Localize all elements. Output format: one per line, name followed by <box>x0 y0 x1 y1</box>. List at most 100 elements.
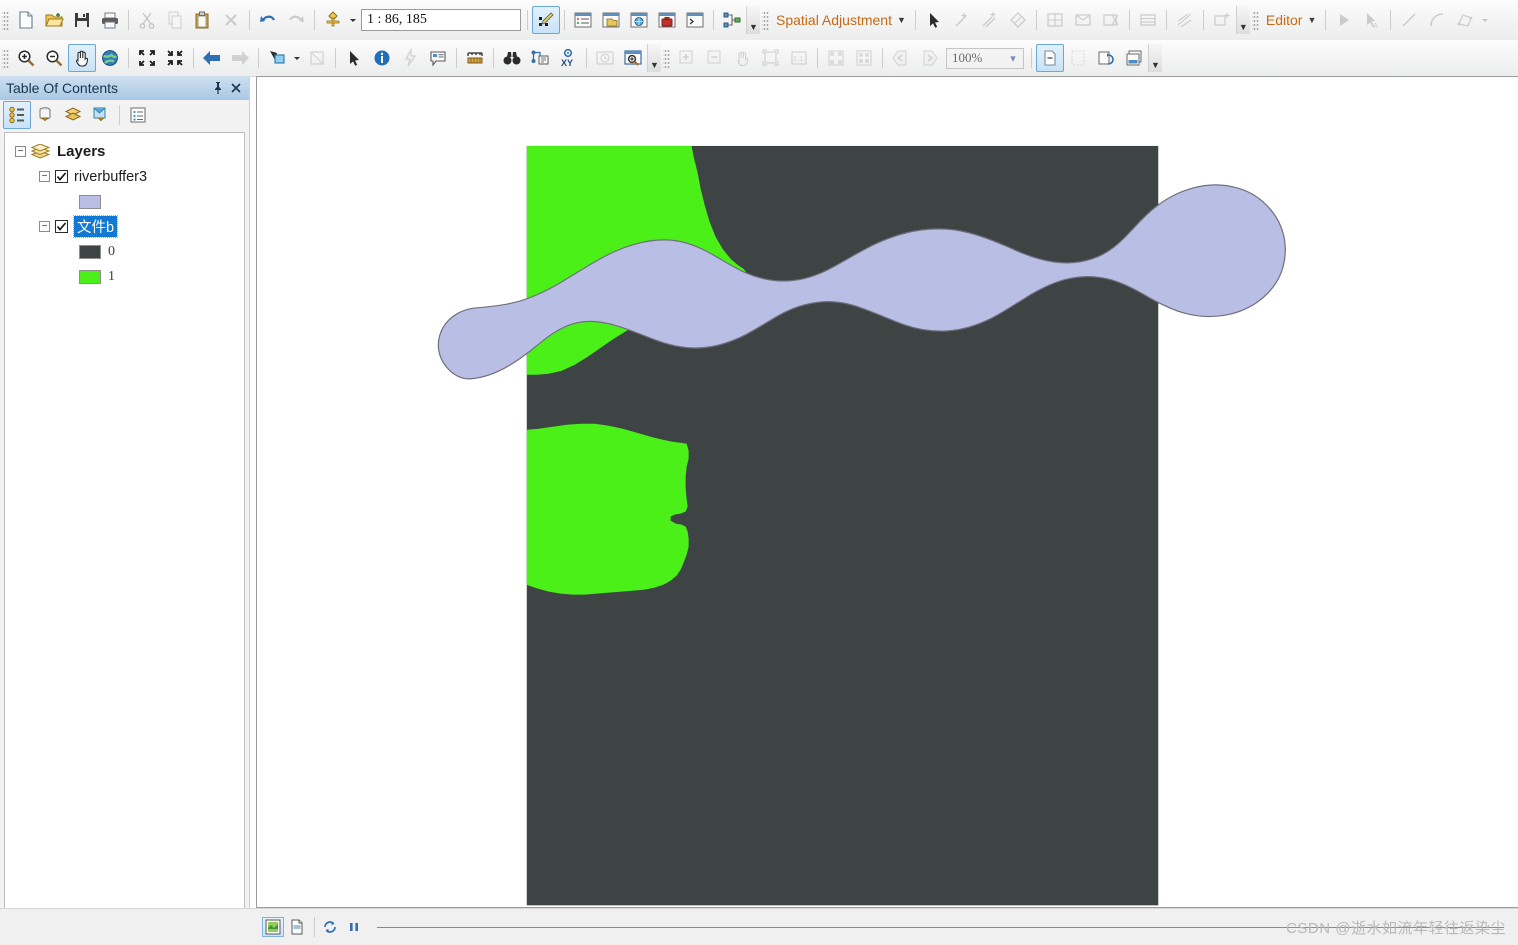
layout-zoom-out-icon[interactable] <box>701 44 729 72</box>
pan-hand-icon[interactable] <box>68 44 96 72</box>
new-displacement-link-icon[interactable] <box>948 6 976 34</box>
zoom-in-icon[interactable] <box>12 44 40 72</box>
new-identity-link-icon[interactable] <box>1004 6 1032 34</box>
construction-tool-icon[interactable] <box>1451 6 1479 34</box>
search-window-icon[interactable] <box>625 6 653 34</box>
toggle-draft-mode-icon[interactable] <box>1036 44 1064 72</box>
new-map-file-icon[interactable] <box>12 6 40 34</box>
arctoolbox-window-icon[interactable] <box>653 6 681 34</box>
collapse-expander-icon[interactable]: − <box>15 146 26 157</box>
layout-view-icon[interactable] <box>286 917 308 937</box>
toc-layer-label-selected[interactable]: 文件b <box>72 215 119 238</box>
zoom-out-icon[interactable] <box>40 44 68 72</box>
toc-symbol-wenjianb-1[interactable]: 1 <box>5 264 244 289</box>
data-driven-pages-icon[interactable] <box>1120 44 1148 72</box>
cut-icon[interactable] <box>133 6 161 34</box>
view-link-table-icon[interactable] <box>1069 6 1097 34</box>
pin-icon[interactable] <box>209 79 227 97</box>
find-route-icon[interactable] <box>526 44 554 72</box>
collapse-expander-icon[interactable]: − <box>39 221 50 232</box>
html-popup-icon[interactable] <box>424 44 452 72</box>
attribute-transfer-icon[interactable] <box>1208 6 1236 34</box>
toolbar-gripper[interactable] <box>2 10 9 30</box>
toc-layer-wenjianb[interactable]: − 文件b <box>5 214 244 239</box>
focus-data-frame-icon[interactable] <box>1064 44 1092 72</box>
options-icon[interactable] <box>124 101 152 129</box>
map-scale-combo[interactable]: ▾ <box>361 9 553 31</box>
select-links-icon[interactable] <box>1041 6 1069 34</box>
redo-icon[interactable] <box>282 6 310 34</box>
select-arrow-icon[interactable] <box>920 6 948 34</box>
toc-layer-checkbox[interactable] <box>55 220 68 233</box>
change-layout-icon[interactable] <box>1092 44 1120 72</box>
time-slider-icon[interactable] <box>591 44 619 72</box>
symbol-swatch[interactable] <box>79 269 101 284</box>
select-features-dropdown-icon[interactable] <box>291 44 303 72</box>
editor-toolbar-toggle-icon[interactable] <box>532 6 560 34</box>
create-viewer-window-icon[interactable] <box>619 44 647 72</box>
layout-forward-extent-icon[interactable] <box>915 44 943 72</box>
toc-symbol-riverbuffer3-fill[interactable] <box>5 189 244 214</box>
undo-icon[interactable] <box>254 6 282 34</box>
layout-zoom-combo[interactable]: 100% ▾ <box>946 47 1024 69</box>
symbol-swatch[interactable] <box>79 194 101 209</box>
select-features-icon[interactable] <box>263 44 291 72</box>
tools-overflow-button[interactable]: ▼ <box>647 44 661 72</box>
go-back-extent-icon[interactable] <box>198 44 226 72</box>
modelbuilder-icon[interactable] <box>718 6 746 34</box>
layout-zoom-100-icon[interactable]: 1:1 <box>785 44 813 72</box>
go-to-xy-icon[interactable]: XY <box>554 44 582 72</box>
select-elements-icon[interactable] <box>340 44 368 72</box>
link-table-icon[interactable] <box>1134 6 1162 34</box>
layout-overflow-button[interactable]: ▼ <box>1148 44 1162 72</box>
layout-zoom-whole-page-icon[interactable] <box>757 44 785 72</box>
toc-symbol-wenjianb-0[interactable]: 0 <box>5 239 244 264</box>
full-extent-globe-icon[interactable] <box>96 44 124 72</box>
toc-layer-riverbuffer3[interactable]: − riverbuffer3 <box>5 164 244 189</box>
map-data-frame[interactable] <box>256 76 1518 908</box>
find-binoculars-icon[interactable] <box>498 44 526 72</box>
edit-tool-icon[interactable] <box>1330 6 1358 34</box>
save-icon[interactable] <box>68 6 96 34</box>
edit-annotation-tool-icon[interactable]: A <box>1358 6 1386 34</box>
pause-drawing-icon[interactable] <box>343 917 365 937</box>
hyperlink-icon[interactable] <box>396 44 424 72</box>
list-by-selection-icon[interactable] <box>87 101 115 129</box>
identify-icon[interactable] <box>368 44 396 72</box>
layout-pan-icon[interactable] <box>729 44 757 72</box>
close-icon[interactable] <box>227 79 245 97</box>
list-by-source-icon[interactable] <box>31 101 59 129</box>
spatial-adjustment-overflow-button[interactable]: ▼ <box>1235 6 1250 34</box>
delete-link-icon[interactable] <box>1097 6 1125 34</box>
layout-back-extent-icon[interactable] <box>887 44 915 72</box>
map-canvas[interactable] <box>257 77 1518 908</box>
add-data-dropdown-arrow-icon[interactable] <box>347 6 359 34</box>
layout-fixed-zoom-in-icon[interactable] <box>822 44 850 72</box>
fixed-zoom-in-icon[interactable] <box>133 44 161 72</box>
spatial-adjustment-gripper[interactable] <box>762 10 769 30</box>
fixed-zoom-out-icon[interactable] <box>161 44 189 72</box>
layout-fixed-zoom-out-icon[interactable] <box>850 44 878 72</box>
chevron-down-icon[interactable]: ▾ <box>1003 49 1023 68</box>
edgematch-icon[interactable] <box>1171 6 1199 34</box>
table-of-contents-window-icon[interactable] <box>569 6 597 34</box>
editor-gripper[interactable] <box>1251 10 1259 30</box>
catalog-window-icon[interactable] <box>597 6 625 34</box>
construction-dropdown-arrow-icon[interactable] <box>1479 6 1491 34</box>
list-by-drawing-order-icon[interactable] <box>3 101 31 129</box>
list-by-visibility-icon[interactable] <box>59 101 87 129</box>
layout-zoom-in-icon[interactable] <box>673 44 701 72</box>
toc-layer-checkbox[interactable] <box>55 170 68 183</box>
editor-menu[interactable]: Editor ▼ <box>1262 7 1322 33</box>
map-scale-input[interactable] <box>362 9 547 31</box>
open-folder-icon[interactable] <box>40 6 68 34</box>
collapse-expander-icon[interactable]: − <box>39 171 50 182</box>
refresh-view-icon[interactable] <box>319 917 341 937</box>
curve-segment-icon[interactable] <box>1423 6 1451 34</box>
straight-segment-icon[interactable] <box>1395 6 1423 34</box>
paste-icon[interactable] <box>189 6 217 34</box>
new-multiple-displacement-link-icon[interactable] <box>976 6 1004 34</box>
layout-gripper[interactable] <box>663 48 670 68</box>
measure-icon[interactable] <box>461 44 489 72</box>
clear-selection-icon[interactable] <box>303 44 331 72</box>
